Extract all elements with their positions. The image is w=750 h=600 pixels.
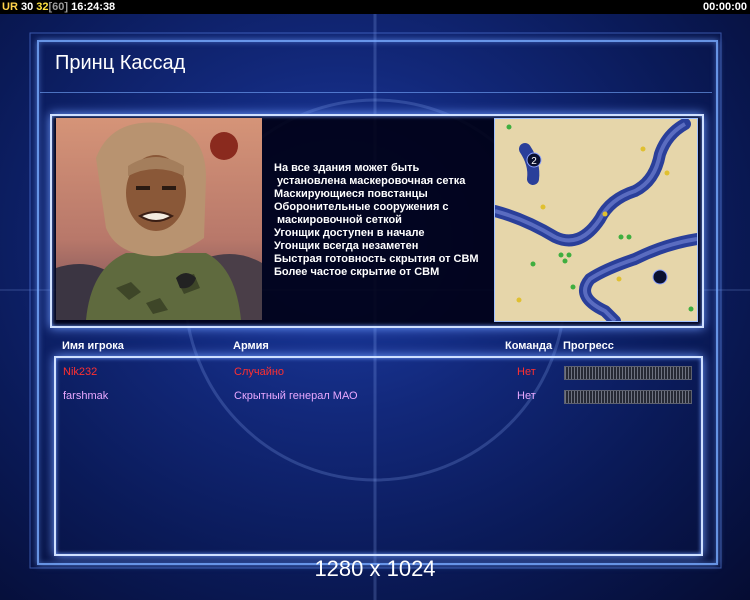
resolution-label: 1280 x 1024 (314, 556, 436, 581)
player-team: Нет (517, 366, 536, 378)
player-army: Случайно (234, 366, 285, 378)
header-player-name: Имя игрока (62, 340, 124, 352)
feature-line: Маскирующиеся повстанцы (274, 188, 428, 200)
player-name: Nik232 (63, 366, 98, 378)
map-preview: 2 (494, 118, 698, 322)
feature-line: Оборонительные сооружения с (274, 201, 449, 213)
header-team: Команда (505, 340, 553, 352)
player-army: Скрытный генерал МАО (234, 390, 358, 402)
feature-line: Быстрая готовность скрытия от СВМ (274, 253, 479, 265)
feature-line: Более частое скрытие от СВМ (274, 266, 440, 278)
clock: 16:24:38 (71, 1, 116, 13)
header-progress: Прогресс (563, 340, 614, 352)
stat-value-1: 30 (20, 1, 34, 13)
header-army: Армия (233, 340, 269, 352)
game-timer: 00:00:00 (702, 1, 747, 13)
feature-line: Угонщик всегда незаметен (274, 240, 419, 252)
progress-bar (564, 366, 692, 380)
title-divider (40, 92, 712, 93)
player-row: Nik232 Случайно Нет (0, 366, 750, 386)
feature-line: Угонщик доступен в начале (274, 227, 425, 239)
stat-value-2: 32 (36, 1, 49, 13)
map-marker-label: 2 (531, 156, 537, 167)
status-left: UR 30 32[60] 16:24:38 (2, 0, 115, 14)
progress-bar (564, 390, 692, 404)
general-feature-list: На все здания может быть установлена мас… (274, 162, 479, 279)
ur-label: UR (2, 1, 18, 13)
status-bar: UR 30 32[60] 16:24:38 00:00:00 (0, 0, 750, 14)
stat-value-3: [60] (48, 1, 69, 13)
player-team: Нет (517, 390, 536, 402)
feature-line: На все здания может быть (274, 162, 420, 174)
player-row: farshmak Скрытный генерал МАО Нет (0, 390, 750, 410)
general-title: Принц Кассад (55, 52, 186, 74)
general-portrait (56, 118, 262, 320)
feature-line: маскировочной сеткой (274, 214, 402, 226)
feature-line: установлена маскеровочная сетка (274, 175, 466, 187)
player-name: farshmak (63, 390, 109, 402)
player-list-box (54, 356, 703, 556)
